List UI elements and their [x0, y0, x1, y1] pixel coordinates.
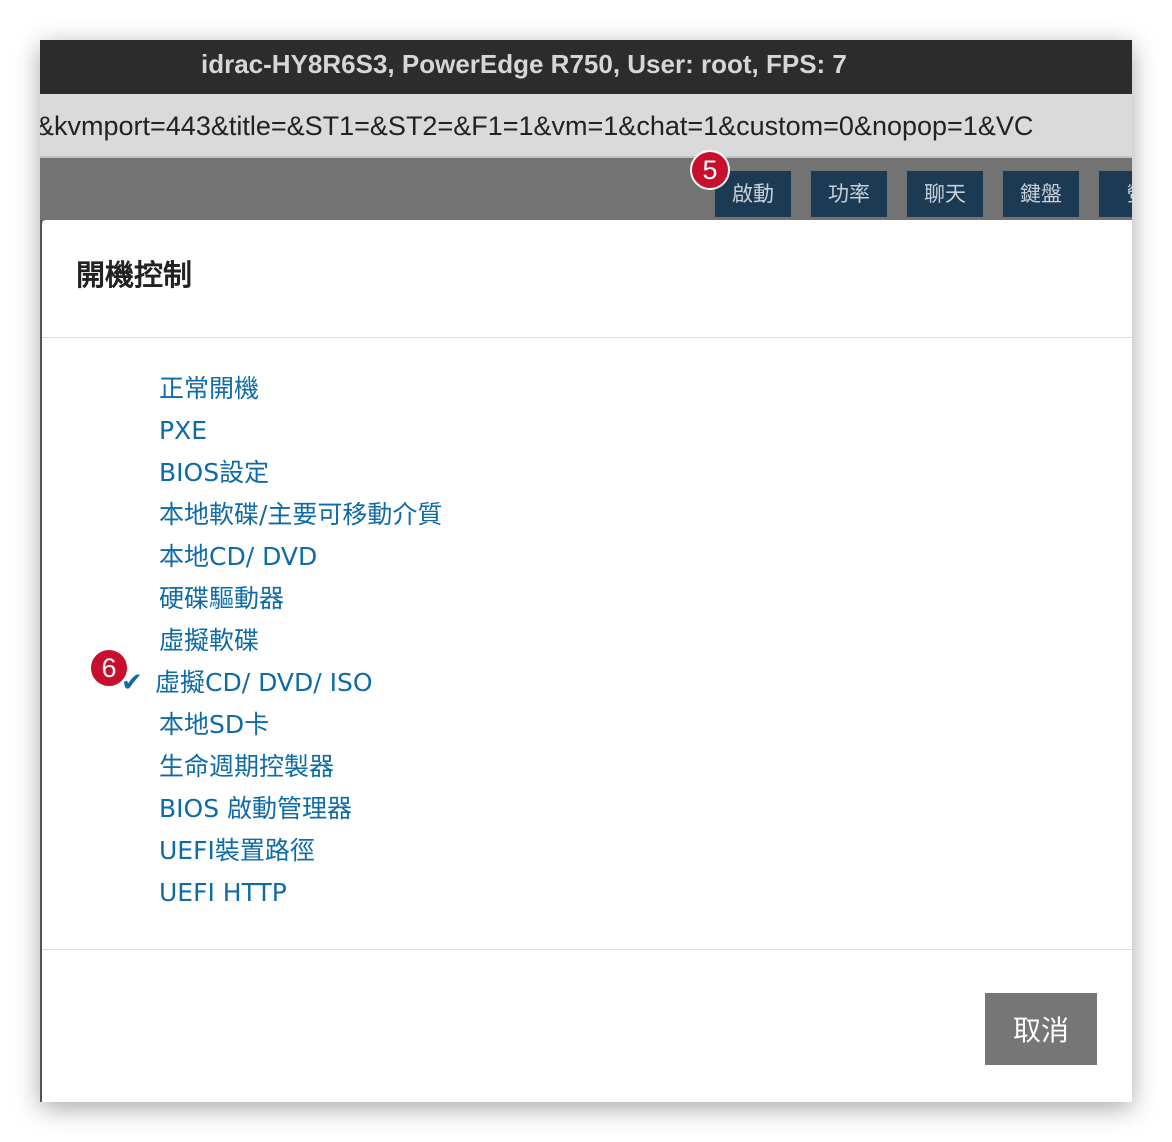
boot-option-normal[interactable]: 正常開機 — [159, 368, 442, 410]
boot-option-virtual-floppy[interactable]: 虛擬軟碟 — [159, 620, 442, 662]
boot-option-pxe[interactable]: PXE — [159, 410, 442, 452]
boot-option-uefi-device-path[interactable]: UEFI裝置路徑 — [159, 830, 442, 872]
boot-option-lifecycle-controller[interactable]: 生命週期控製器 — [159, 746, 442, 788]
boot-option-bios-boot-manager[interactable]: BIOS 啟動管理器 — [159, 788, 442, 830]
dialog-title: 開機控制 — [76, 258, 193, 292]
dialog-header: 開機控制 — [42, 220, 1132, 338]
boot-option-label: 虛擬CD/ DVD/ ISO — [155, 668, 373, 697]
boot-option-label: 虛擬軟碟 — [159, 626, 260, 655]
kvm-viewer-window: idrac-HY8R6S3, PowerEdge R750, User: roo… — [40, 40, 1132, 1102]
url-bar[interactable]: l&kvmport=443&title=&ST1=&ST2=&F1=1&vm=1… — [40, 94, 1132, 158]
boot-option-label: 本地CD/ DVD — [159, 542, 318, 571]
boot-option-label: 本地SD卡 — [159, 710, 270, 739]
boot-control-dialog: 開機控制 正常開機 PXE BIOS設定 本地軟碟/主要可移動介質 本地CD/ … — [42, 220, 1132, 1102]
url-text: l&kvmport=443&title=&ST1=&ST2=&F1=1&vm=1… — [40, 111, 1034, 141]
boot-option-label: UEFI裝置路徑 — [159, 836, 315, 865]
callout-badge-5: 5 — [690, 150, 730, 190]
boot-option-label: PXE — [159, 416, 207, 445]
boot-option-list: 正常開機 PXE BIOS設定 本地軟碟/主要可移動介質 本地CD/ DVD 硬… — [121, 368, 442, 914]
boot-option-label: 生命週期控製器 — [159, 752, 335, 781]
boot-option-hard-drive[interactable]: 硬碟驅動器 — [159, 578, 442, 620]
boot-option-local-floppy[interactable]: 本地軟碟/主要可移動介質 — [159, 494, 442, 536]
boot-option-bios-setup[interactable]: BIOS設定 — [159, 452, 442, 494]
window-title: idrac-HY8R6S3, PowerEdge R750, User: roo… — [40, 40, 1132, 94]
boot-option-local-cd-dvd[interactable]: 本地CD/ DVD — [159, 536, 442, 578]
keyboard-button[interactable]: 鍵盤 — [1003, 171, 1079, 217]
boot-option-uefi-http[interactable]: UEFI HTTP — [159, 872, 442, 914]
boot-option-label: BIOS 啟動管理器 — [159, 794, 353, 823]
kvm-toolbar: 啟動 功率 聊天 鍵盤 螢 — [40, 158, 1132, 220]
chat-button[interactable]: 聊天 — [907, 171, 983, 217]
boot-option-label: 正常開機 — [159, 374, 260, 403]
cancel-button[interactable]: 取消 — [985, 993, 1097, 1065]
boot-option-label: 本地軟碟/主要可移動介質 — [159, 500, 443, 529]
callout-badge-6: 6 — [89, 648, 129, 688]
screen-button[interactable]: 螢 — [1099, 171, 1132, 217]
boot-option-local-sd-card[interactable]: 本地SD卡 — [159, 704, 442, 746]
dialog-body: 正常開機 PXE BIOS設定 本地軟碟/主要可移動介質 本地CD/ DVD 硬… — [42, 338, 1132, 950]
boot-option-virtual-cd-dvd-iso[interactable]: ✔ 虛擬CD/ DVD/ ISO — [121, 662, 442, 704]
boot-option-label: BIOS設定 — [159, 458, 270, 487]
power-button[interactable]: 功率 — [811, 171, 887, 217]
dialog-footer: 取消 — [42, 950, 1132, 1102]
boot-option-label: 硬碟驅動器 — [159, 584, 285, 613]
boot-option-label: UEFI HTTP — [159, 878, 287, 907]
